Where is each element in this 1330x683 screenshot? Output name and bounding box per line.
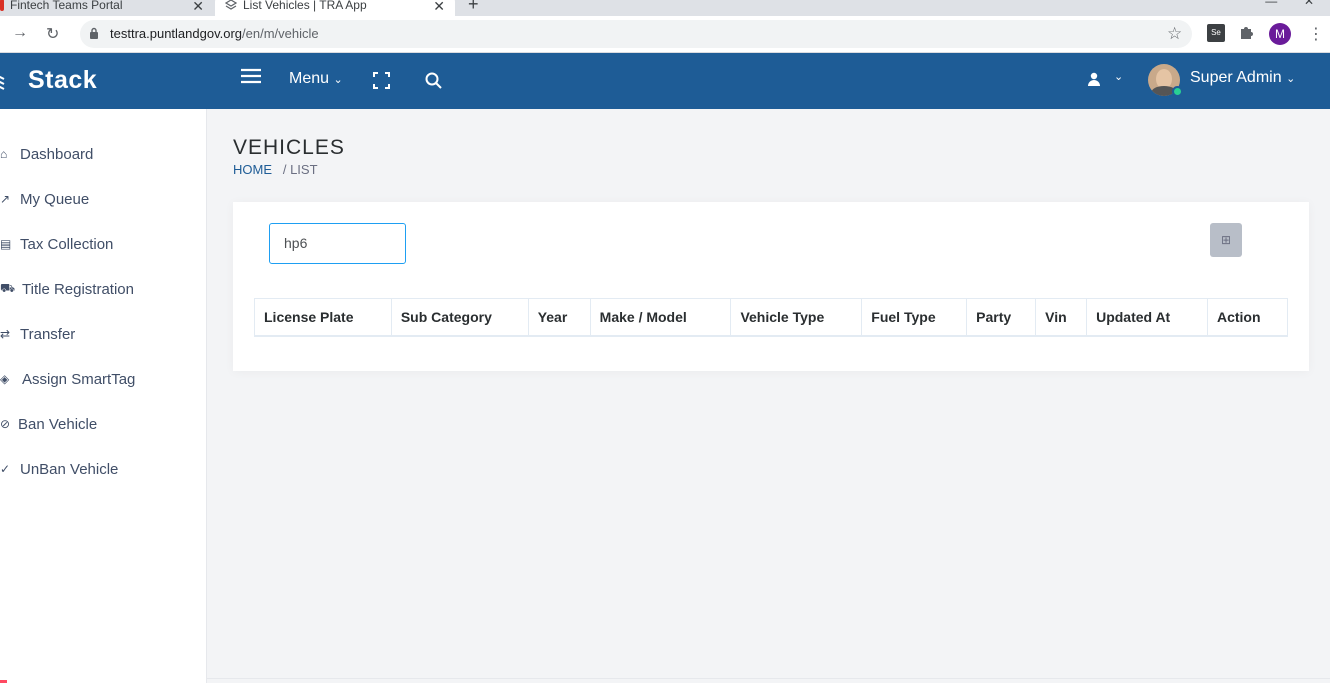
browser-menu-icon[interactable]: ⋮ (1308, 24, 1324, 44)
browser-tab-active[interactable]: List Vehicles | TRA App ✕ (215, 0, 455, 16)
sidebar-item-my-queue[interactable]: ↗ My Queue (0, 184, 89, 214)
column-toggle-button[interactable]: ⊞ (1210, 223, 1242, 257)
address-bar[interactable]: testtra.puntlandgov.org/en/m/vehicle (80, 20, 1192, 48)
tag-icon: ◈ (0, 372, 10, 386)
footer-divider (207, 678, 1330, 679)
sidebar-item-label: UnBan Vehicle (20, 460, 119, 478)
bookmark-star-icon[interactable]: ☆ (1167, 24, 1182, 44)
home-icon: ⌂ (0, 147, 8, 161)
url-path: /en/m/vehicle (242, 26, 319, 41)
reload-icon[interactable]: ↻ (46, 24, 59, 44)
sidebar-item-label: My Queue (20, 190, 90, 208)
tax-icon: ▤ (0, 237, 12, 251)
breadcrumb: HOME / LIST (233, 162, 318, 177)
table-header-row: License Plate Sub Category Year Make / M… (254, 298, 1289, 337)
column-header[interactable]: Vehicle Type (730, 298, 863, 337)
sidebar-item-dashboard[interactable]: ⌂ Dashboard (0, 139, 93, 169)
tab-favicon-icon (224, 0, 238, 11)
breadcrumb-home-link[interactable]: HOME (233, 162, 272, 177)
hamburger-menu-icon[interactable] (241, 68, 261, 89)
extensions-puzzle-icon[interactable] (1239, 24, 1255, 45)
close-tab-icon[interactable]: ✕ (433, 0, 445, 15)
tab-favicon-icon (0, 0, 4, 11)
sidebar-item-label: Dashboard (20, 145, 94, 163)
sidebar-item-label: Tax Collection (20, 235, 114, 253)
menu-label: Menu (289, 70, 330, 87)
column-header[interactable]: Sub Category (390, 298, 529, 337)
sidebar-item-assign-smarttag[interactable]: ◈ Assign SmartTag (0, 364, 135, 394)
sidebar-item-ban-vehicle[interactable]: ⊘ Ban Vehicle (0, 409, 97, 439)
url-text: testtra.puntlandgov.org/en/m/vehicle (110, 26, 319, 41)
main-content: VEHICLES HOME / LIST hp6 ⊞ License Plate… (207, 109, 1330, 683)
chevron-down-icon: ⌄ (1286, 73, 1296, 85)
fullscreen-icon[interactable] (373, 72, 390, 94)
car-icon: ⛟ (0, 281, 16, 295)
window-controls-icon[interactable]: — ✕ (1265, 0, 1314, 8)
user-profile-icon[interactable] (1088, 72, 1100, 91)
browser-toolbar: → ↻ testtra.puntlandgov.org/en/m/vehicle… (0, 16, 1330, 53)
profile-avatar[interactable]: M (1269, 23, 1291, 45)
stack-logo-icon (0, 70, 10, 90)
unban-icon: ✓ (0, 462, 11, 476)
sidebar-item-label: Assign SmartTag (22, 370, 136, 388)
column-header[interactable]: Fuel Type (861, 298, 968, 337)
forward-icon[interactable]: → (12, 24, 28, 42)
sidebar-item-label: Title Registration (22, 280, 134, 298)
brand-name: Stack (28, 66, 98, 94)
search-icon[interactable] (425, 72, 442, 94)
tab-title: Fintech Teams Portal (10, 0, 123, 12)
browser-tabstrip: Fintech Teams Portal ✕ List Vehicles | T… (0, 0, 1330, 16)
column-header[interactable]: Updated At (1086, 298, 1208, 337)
breadcrumb-current: / LIST (282, 162, 318, 177)
sidebar-item-label: Ban Vehicle (18, 415, 98, 433)
selenium-extension-icon[interactable]: Se (1207, 24, 1225, 42)
sidebar-item-title-registration[interactable]: ⛟ Title Registration (0, 274, 134, 304)
search-input[interactable]: hp6 (269, 223, 406, 264)
column-header[interactable]: Make / Model (589, 298, 732, 337)
user-menu[interactable]: Super Admin ⌄ (1190, 69, 1295, 87)
queue-icon: ↗ (0, 192, 11, 206)
column-header[interactable]: Vin (1035, 298, 1088, 337)
chevron-down-icon: ⌄ (333, 74, 343, 86)
browser-tab[interactable]: Fintech Teams Portal ✕ (0, 0, 214, 16)
user-name: Super Admin (1190, 69, 1282, 86)
lock-icon (89, 27, 99, 45)
column-header[interactable]: Action (1206, 298, 1289, 337)
sidebar: ⌂ Dashboard ↗ My Queue ▤ Tax Collection … (0, 109, 207, 683)
chevron-down-icon[interactable]: ⌄ (1114, 70, 1123, 83)
column-header[interactable]: Year (527, 298, 591, 337)
page-title: VEHICLES (233, 136, 345, 159)
online-status-indicator (1172, 86, 1183, 97)
sidebar-item-unban-vehicle[interactable]: ✓ UnBan Vehicle (0, 454, 118, 484)
sidebar-item-transfer[interactable]: ⇄ Transfer (0, 319, 75, 349)
sidebar-item-label: Transfer (20, 325, 76, 343)
transfer-icon: ⇄ (0, 327, 11, 341)
vehicles-table: License Plate Sub Category Year Make / M… (254, 298, 1289, 337)
app-header: Stack Menu ⌄ ⌄ Super Admin ⌄ (0, 53, 1330, 109)
close-tab-icon[interactable]: ✕ (192, 0, 204, 15)
column-header[interactable]: License Plate (254, 298, 392, 337)
menu-dropdown[interactable]: Menu ⌄ (289, 70, 343, 88)
new-tab-icon[interactable]: + (468, 0, 479, 15)
sidebar-item-tax-collection[interactable]: ▤ Tax Collection (0, 229, 113, 259)
ban-icon: ⊘ (0, 417, 11, 431)
column-header[interactable]: Party (966, 298, 1037, 337)
url-host: testtra.puntlandgov.org (110, 26, 243, 41)
vehicles-card: hp6 ⊞ License Plate Sub Category Year Ma… (233, 202, 1309, 371)
tab-title: List Vehicles | TRA App (243, 0, 367, 12)
